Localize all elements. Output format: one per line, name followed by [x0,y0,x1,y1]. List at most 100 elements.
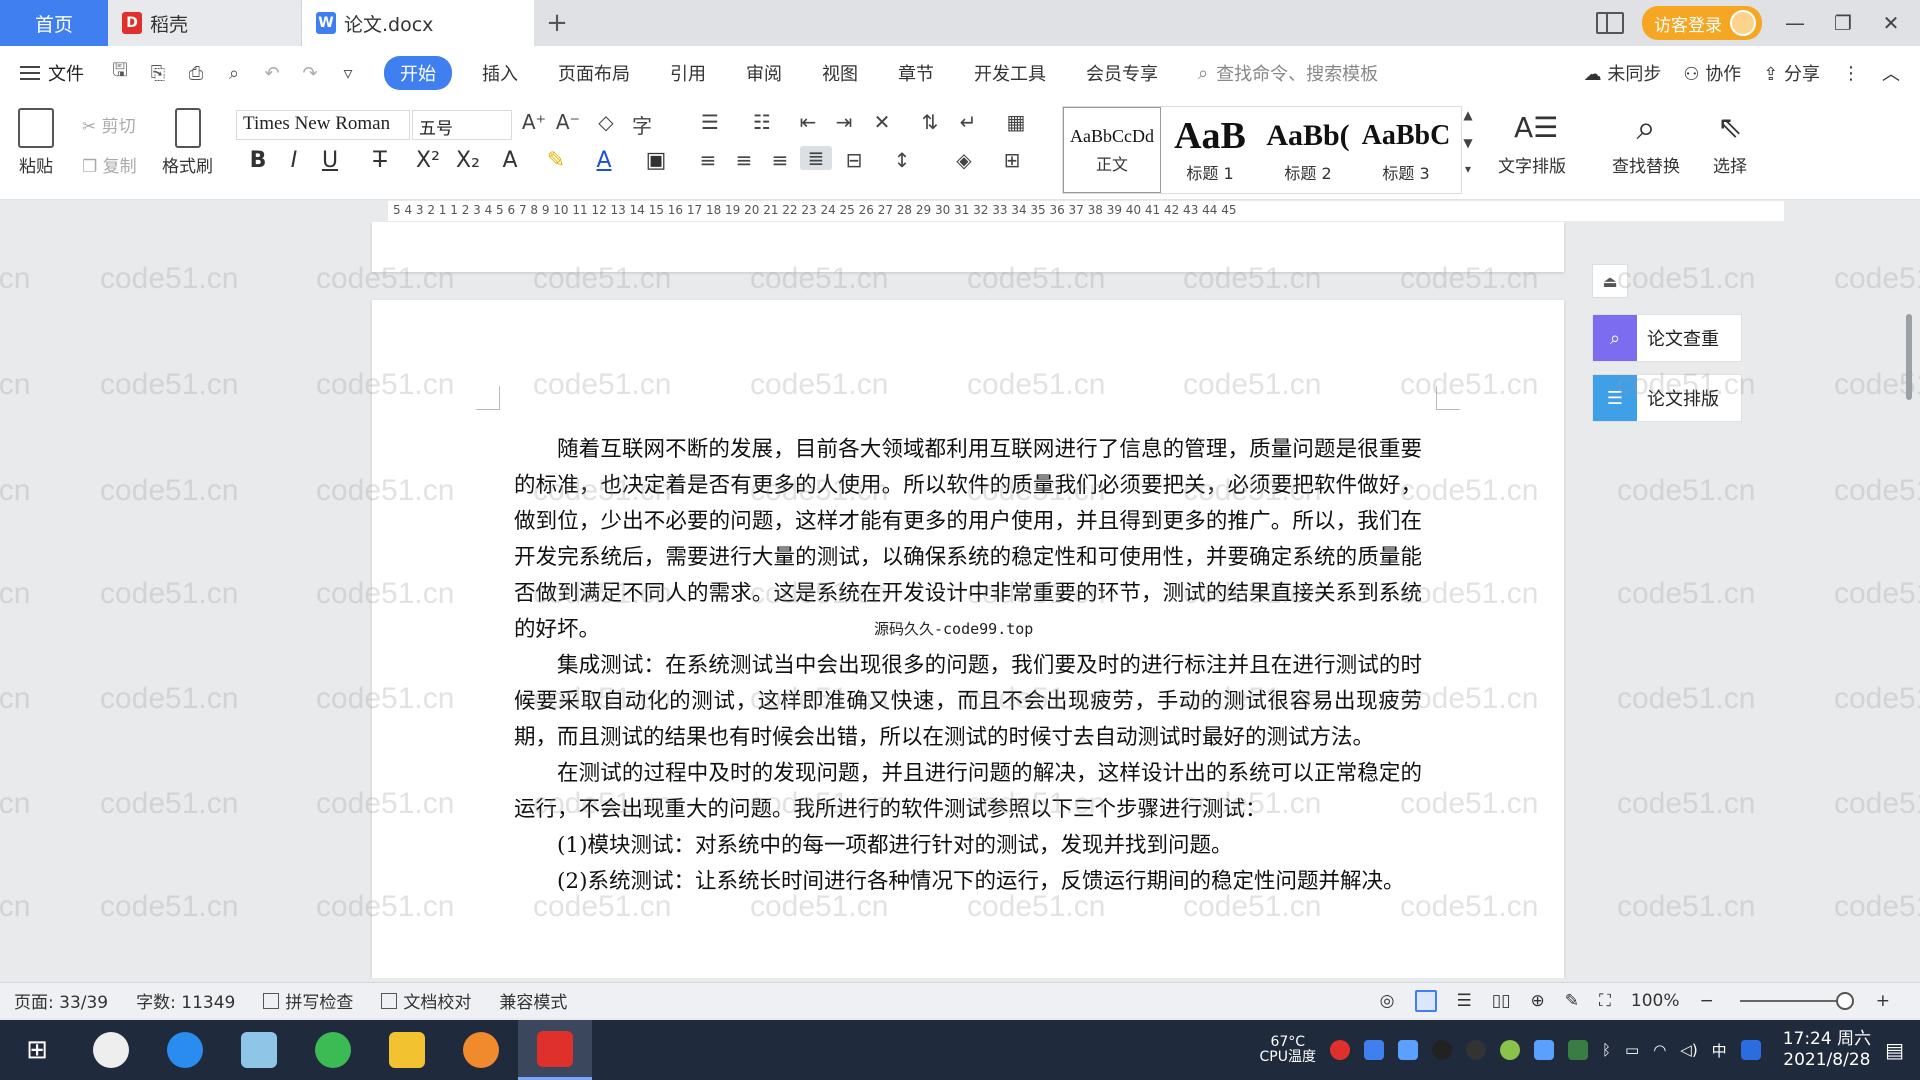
menu-tab-start[interactable]: 开始 [384,56,452,90]
document-canvas[interactable]: 随着互联网不断的发展，目前各大领域都利用互联网进行了信息的管理，质量问题是很重要… [0,222,1920,978]
system-clock[interactable]: 17:24 周六 2021/8/28 [1783,1029,1871,1071]
bluetooth-icon[interactable]: ᛒ [1602,1041,1611,1059]
shading-icon[interactable]: ◈ [948,148,980,172]
menu-tab-references[interactable]: 引用 [670,60,706,86]
restore-icon[interactable]: ❐ [1828,11,1858,35]
tab-document[interactable]: W 论文.docx [302,0,534,46]
word-count[interactable]: 字数: 11349 [136,988,235,1013]
menu-tab-developer[interactable]: 开发工具 [974,60,1046,86]
sort-icon[interactable]: ⇅ [914,110,946,134]
new-tab-button[interactable]: + [534,0,580,46]
save-icon[interactable]: 🖫 [108,60,132,84]
taskbar-wps[interactable] [518,1020,592,1080]
strikethrough-icon[interactable]: T [364,148,396,173]
line-spacing-icon[interactable]: ↕ [886,148,918,172]
style-heading-3[interactable]: AaBbC 标题 3 [1357,107,1455,193]
show-marks-icon[interactable]: ▦ [1000,110,1032,134]
qq-penguin-icon[interactable] [1431,1040,1452,1060]
write-mode-icon[interactable]: ✎ [1565,991,1579,1011]
text-effect-icon[interactable]: A [494,148,526,173]
style-normal[interactable]: AaBbCcDd 正文 [1063,107,1161,193]
quick-access-dropdown-icon[interactable]: ▿ [336,62,360,84]
thesis-check-button[interactable]: ⌕ 论文查重 [1592,314,1742,362]
command-search[interactable]: ⌕ 查找命令、搜索模板 [1198,60,1378,86]
collapse-ribbon-icon[interactable]: ︿ [1882,60,1900,86]
increase-indent-icon[interactable]: ⇥ [828,110,860,134]
taskbar-file-explorer[interactable] [370,1020,444,1080]
menu-tab-page-layout[interactable]: 页面布局 [558,60,630,86]
collaborate-button[interactable]: ⚇ 协作 [1683,60,1741,86]
taskbar-ie[interactable] [148,1020,222,1080]
search-app-icon[interactable] [1740,1040,1761,1060]
thesis-layout-button[interactable]: ☰ 论文排版 [1592,374,1742,422]
styles-more-icon[interactable]: ▾ [1452,162,1484,176]
print-preview-icon[interactable]: ⌕ [222,62,246,84]
copy-button[interactable]: ❐ 复制 [82,152,137,177]
nvidia-icon[interactable] [1567,1040,1588,1060]
bold-icon[interactable]: B [242,148,274,173]
wifi-icon[interactable]: ◠ [1653,1041,1666,1059]
horizontal-ruler[interactable]: 5 4 3 2 1 1 2 3 4 5 6 7 8 9 10 11 12 13 … [0,201,1920,221]
vertical-scrollbar-thumb[interactable] [1906,314,1912,400]
numbered-list-icon[interactable]: ☷ [746,110,778,134]
undo-icon[interactable]: ↶ [260,62,284,84]
tab-daoke[interactable]: D 稻壳 [108,0,302,46]
page-view-icon[interactable] [1414,989,1437,1012]
align-left-icon[interactable]: ≡ [692,148,724,172]
superscript-icon[interactable]: X² [412,148,444,173]
fit-page-icon[interactable]: ⛶ [1599,991,1611,1011]
italic-icon[interactable]: I [278,148,310,173]
zoom-level[interactable]: 100% [1631,991,1680,1011]
clear-format-icon[interactable]: ◇ [590,110,622,134]
zoom-slider-knob[interactable] [1835,991,1854,1010]
paste-button[interactable]: 粘贴 [18,108,54,177]
tray-cloud-icon[interactable] [1533,1040,1554,1060]
taskbar-screen-recorder[interactable] [444,1020,518,1080]
shield-icon[interactable] [1397,1040,1418,1060]
taskbar-pinwheel-app[interactable] [74,1020,148,1080]
align-right-icon[interactable]: ≡ [764,148,796,172]
notifications-icon[interactable]: ▤ [1885,1038,1904,1062]
page-count[interactable]: 页面: 33/39 [14,988,108,1013]
align-center-icon[interactable]: ≡ [728,148,760,172]
bullet-list-icon[interactable]: ☰ [694,110,726,134]
taskbar-360-browser[interactable] [296,1020,370,1080]
style-heading-2[interactable]: AaBb( 标题 2 [1259,107,1357,193]
document-page[interactable]: 随着互联网不断的发展，目前各大领域都利用互联网进行了信息的管理，质量问题是很重要… [372,300,1564,978]
menu-tab-chapter[interactable]: 章节 [898,60,934,86]
visitor-login-button[interactable]: 访客登录 [1642,6,1762,40]
document-body[interactable]: 随着互联网不断的发展，目前各大领域都利用互联网进行了信息的管理，质量问题是很重要… [514,432,1422,900]
file-menu-button[interactable]: 文件 [20,60,84,86]
input-method-indicator[interactable]: 中 [1712,1040,1727,1061]
grow-font-icon[interactable]: A⁺ [518,110,550,134]
select-button[interactable]: ⇖ 选择 [1712,108,1748,177]
web-view-icon[interactable]: ⊕ [1530,991,1544,1011]
reading-view-icon[interactable]: ▯▯ [1492,991,1511,1011]
side-panel-collapse-button[interactable]: ⏏ [1592,264,1628,298]
zoom-in-icon[interactable]: + [1876,991,1890,1011]
font-size-select[interactable]: 五号 [412,110,512,140]
zoom-out-icon[interactable]: − [1700,991,1714,1011]
subscript-icon[interactable]: X₂ [452,148,484,173]
decrease-indent-icon[interactable]: ⇤ [792,110,824,134]
battery-icon[interactable]: ▭ [1625,1041,1639,1059]
minimize-icon[interactable]: — [1780,11,1810,35]
window-layout-icon[interactable] [1596,12,1624,34]
cpu-temp-widget[interactable]: 67°C CPU温度 [1260,1035,1316,1065]
sync-status-button[interactable]: ☁ 未同步 [1584,60,1662,86]
tab-home[interactable]: 首页 [0,0,108,46]
highlight-icon[interactable]: ✎ [540,148,572,173]
find-replace-button[interactable]: ⌕ 查找替换 [1612,108,1680,177]
tray-app-icon[interactable] [1329,1040,1350,1060]
tray-network-app-icon[interactable] [1363,1040,1384,1060]
menu-tab-view[interactable]: 视图 [822,60,858,86]
font-color-icon[interactable]: A [588,148,620,173]
export-icon[interactable]: ⎘ [146,62,170,84]
distribute-icon[interactable]: ⊟ [838,148,870,172]
char-border-icon[interactable]: ▣ [640,148,672,173]
chinese-layout-icon[interactable]: ✕ [866,110,898,134]
taskbar-notepad[interactable] [222,1020,296,1080]
phonetic-guide-icon[interactable]: 字 [626,110,658,139]
document-proof-button[interactable]: 文档校对 [381,988,471,1013]
font-name-select[interactable]: Times New Roman [236,110,410,140]
